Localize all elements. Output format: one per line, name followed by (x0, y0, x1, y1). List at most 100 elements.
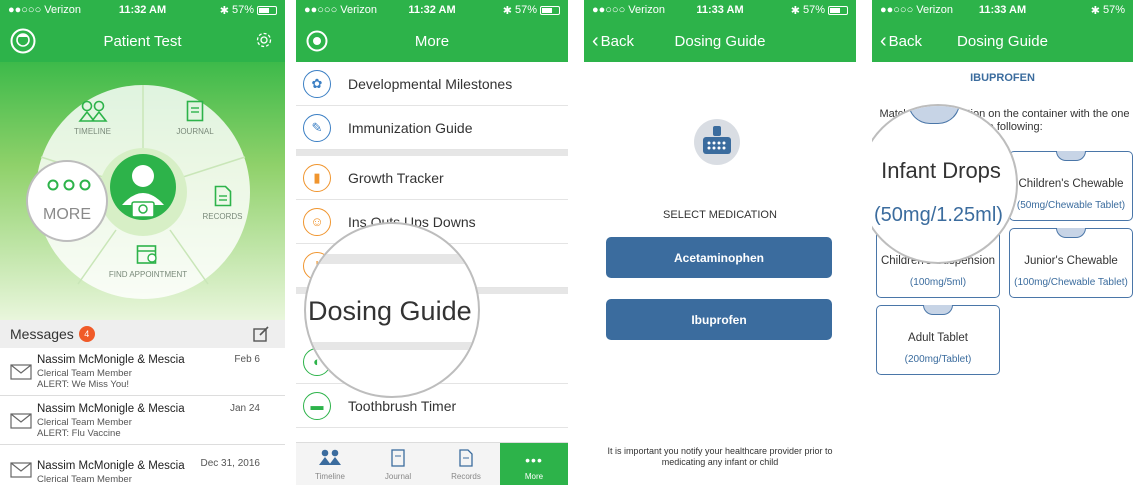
page-title: Patient Test (103, 32, 182, 50)
battery-icon (257, 5, 277, 15)
message-sender: Nassim McMonigle & Mescia (37, 354, 185, 366)
status-bar: ●●○○○ Verizon 11:32 AM ✱ 57% (0, 0, 285, 20)
tab-more[interactable]: ••• More (500, 443, 568, 485)
more-dots-icon: ••• (525, 452, 543, 468)
message-sender: Nassim McMonigle & Mescia (37, 460, 185, 472)
message-date: Dec 31, 2016 (200, 458, 261, 469)
back-button[interactable]: ‹ Back (592, 30, 634, 53)
journal-icon (391, 449, 405, 469)
battery-percent: 57% (802, 4, 825, 16)
compose-icon[interactable] (253, 326, 269, 345)
tab-label: Records (451, 472, 481, 481)
nav-bar: Patient Test (0, 20, 285, 62)
nav-bar: ‹ Back Dosing Guide (584, 20, 856, 62)
message-subject: ALERT: Flu Vaccine (37, 428, 121, 439)
dose-card-dose: (100mg/Chewable Tablet) (1014, 277, 1128, 288)
screen-home: ●●○○○ Verizon 11:32 AM ✱ 57% Patient Tes… (0, 0, 285, 485)
bluetooth-icon: ✱ (219, 4, 229, 17)
records-icon (214, 185, 231, 207)
nav-bar: ‹ Back Dosing Guide (872, 20, 1133, 62)
dose-card-name: Junior's Chewable (1024, 255, 1118, 267)
dose-card-infant-drops-dose: (50mg/1.25ml) (874, 204, 1003, 226)
back-label: Back (888, 32, 923, 50)
envelope-icon (10, 413, 32, 434)
battery: ✱ 57% (220, 4, 277, 17)
status-bar: ●●○○○ Verizon 11:33 AM ✱ 57% (584, 0, 856, 20)
wheel-item-records[interactable]: RECORDS (200, 185, 245, 221)
family-icon (318, 449, 342, 467)
journal-icon (186, 100, 204, 122)
wheel-item-timeline[interactable]: TIMELINE (70, 100, 115, 136)
bluetooth-icon: ✱ (790, 4, 800, 17)
puzzle-icon: ✿ (303, 69, 331, 98)
wheel-item-journal[interactable]: JOURNAL (170, 100, 220, 136)
tablet-icon (1056, 151, 1086, 161)
wheel-label-find-appointment: FIND APPOINTMENT (108, 270, 188, 279)
menu-item-label: Growth Tracker (348, 169, 444, 186)
dose-card-adult-tablet[interactable]: Adult Tablet (200mg/Tablet) (876, 305, 1000, 375)
message-row[interactable]: Nassim McMonigle & Mescia Clerical Team … (0, 348, 285, 396)
dose-card-name: Children's Chewable (1018, 178, 1124, 190)
message-row[interactable]: Nassim McMonigle & Mescia Clerical Team … (0, 397, 285, 445)
message-sender: Nassim McMonigle & Mescia (37, 403, 185, 415)
dose-card-juniors-chewable[interactable]: Junior's Chewable (100mg/Chewable Tablet… (1009, 228, 1133, 298)
wheel-label-records: RECORDS (202, 212, 243, 221)
toothbrush-icon: ▬ (303, 391, 331, 420)
app-logo-icon[interactable] (306, 30, 328, 56)
message-row[interactable]: Nassim McMonigle & Mescia Clerical Team … (0, 446, 285, 485)
tab-label: More (524, 472, 544, 481)
syringe-icon: ✎ (303, 113, 331, 142)
tab-timeline[interactable]: Timeline (296, 443, 364, 485)
battery: ✱ 57% (791, 4, 848, 17)
envelope-icon (10, 364, 32, 385)
family-icon (77, 100, 108, 122)
messages-title: Messages (10, 326, 74, 342)
ruler-icon: ▮ (303, 163, 331, 192)
wheel-item-find-appointment[interactable]: FIND APPOINTMENT (100, 243, 196, 279)
menu-item-growth-tracker[interactable]: ▮ Growth Tracker (296, 156, 568, 200)
page-title: More (414, 32, 450, 50)
menu-item-developmental-milestones[interactable]: ✿ Developmental Milestones (296, 62, 568, 106)
screen-more: ●●○○○ Verizon 11:32 AM ✱ 57% More ✿ Devel… (296, 0, 568, 485)
avatar-icon[interactable] (10, 28, 36, 58)
battery: ✱ 57% (503, 4, 560, 17)
records-icon (459, 449, 473, 469)
wheel-label-more: MORE (43, 206, 91, 223)
tablet-icon (1056, 228, 1086, 238)
nav-bar: More (296, 20, 568, 62)
ibuprofen-button[interactable]: Ibuprofen (606, 299, 832, 340)
messages-count-badge: 4 (78, 326, 95, 342)
menu-item-label: Immunization Guide (348, 119, 473, 136)
menu-item-immunization-guide[interactable]: ✎ Immunization Guide (296, 106, 568, 150)
message-subject: ALERT: We Miss You! (37, 379, 130, 390)
disclaimer-text: It is important you notify your healthca… (607, 446, 833, 467)
magnifier-more[interactable]: MORE (26, 160, 108, 242)
battery-percent: 57% (1102, 4, 1125, 16)
dose-card-childrens-chewable[interactable]: Children's Chewable (50mg/Chewable Table… (1009, 151, 1133, 221)
baby-icon: ☺ (303, 207, 331, 236)
more-dots-icon (47, 179, 91, 191)
acetaminophen-button[interactable]: Acetaminophen (606, 237, 832, 278)
drug-heading: IBUPROFEN (970, 72, 1035, 84)
chevron-left-icon: ‹ (880, 29, 887, 52)
battery-percent: 57% (231, 4, 254, 16)
back-button[interactable]: ‹ Back (880, 30, 922, 53)
magnifier-dosing-guide[interactable]: Dosing Guide (304, 222, 480, 398)
tab-bar: Timeline Journal Records ••• More (296, 442, 568, 485)
medicine-icon (694, 119, 740, 165)
tab-journal[interactable]: Journal (364, 443, 432, 485)
menu-item-toothbrush-timer[interactable]: ▬ Toothbrush Timer (296, 384, 568, 428)
status-bar: ●●○○○ Verizon 11:32 AM ✱ 57% (296, 0, 568, 20)
message-role: Clerical Team Member (37, 474, 132, 485)
select-medication-label: SELECT MEDICATION (663, 209, 777, 221)
dose-card-dose: (200mg/Tablet) (904, 354, 972, 365)
message-role: Clerical Team Member (37, 417, 132, 428)
dose-card-dose: (100mg/5ml) (909, 277, 967, 288)
dose-card-dose: (50mg/Chewable Tablet) (1016, 200, 1126, 211)
menu-item-dosing-guide-magnified: Dosing Guide (308, 296, 472, 326)
page-title: Dosing Guide (957, 32, 1048, 50)
tab-records[interactable]: Records (432, 443, 500, 485)
settings-gear-icon[interactable] (255, 31, 273, 53)
messages-header: Messages 4 (0, 320, 285, 348)
envelope-icon (10, 462, 32, 483)
